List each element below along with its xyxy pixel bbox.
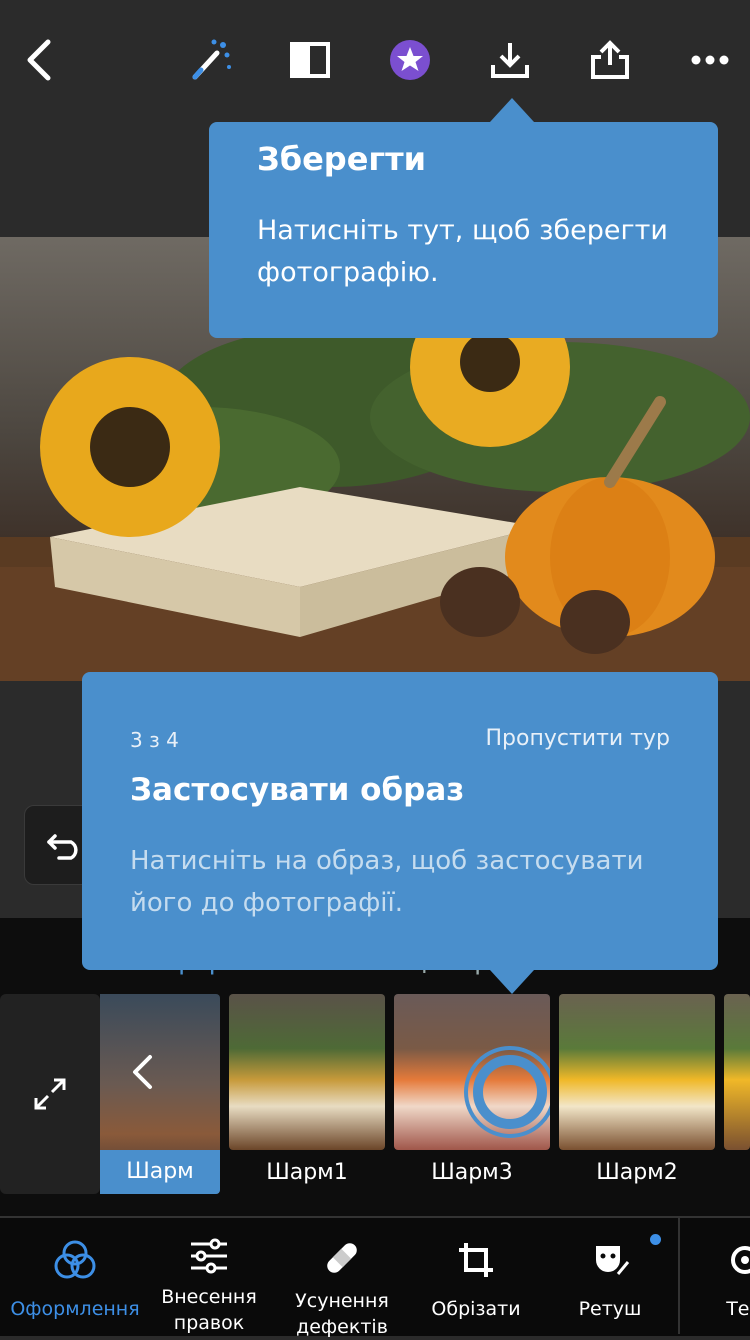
- save-button[interactable]: [480, 30, 540, 90]
- save-tooltip: Зберегти Натисніть тут, щоб зберегти фот…: [209, 98, 718, 338]
- tour-tooltip: 3 з 4 Пропустити тур Застосувати образ Н…: [82, 672, 718, 994]
- share-icon: [591, 40, 629, 79]
- bandage-icon: [322, 1238, 362, 1278]
- crop-icon: [457, 1238, 495, 1282]
- tap-target-icon: [464, 1046, 550, 1138]
- preset-thumb-charm1[interactable]: [229, 994, 385, 1150]
- nav-item-themes[interactable]: Тем: [700, 1216, 750, 1334]
- premium-button[interactable]: [380, 30, 440, 90]
- preset-label: Шарм1: [266, 1160, 348, 1185]
- expand-button[interactable]: [0, 994, 100, 1194]
- preset-thumb-charm2[interactable]: [559, 994, 715, 1150]
- preset-label: Шарм2: [596, 1160, 678, 1185]
- nav-label: Тем: [726, 1298, 750, 1320]
- tooltip-arrow: [490, 970, 534, 994]
- tooltip-title: Зберегти: [257, 140, 427, 178]
- top-toolbar: [0, 0, 750, 120]
- nav-label: Оформлення: [10, 1298, 140, 1320]
- chevron-left-icon: [130, 1054, 154, 1094]
- share-button[interactable]: [580, 30, 640, 90]
- nav-label: Ретуш: [578, 1298, 642, 1320]
- skip-tour-link[interactable]: Пропустити тур: [486, 726, 671, 751]
- looks-icon: [53, 1238, 97, 1282]
- sliders-icon: [189, 1238, 229, 1274]
- preset-group-card[interactable]: Шарм: [100, 994, 220, 1194]
- nav-divider: [678, 1216, 680, 1334]
- more-button[interactable]: [680, 30, 740, 90]
- star-badge-icon: [390, 40, 430, 80]
- back-button[interactable]: [10, 30, 70, 90]
- nav-item-crop[interactable]: Обрізати: [418, 1216, 534, 1334]
- nav-item-edit[interactable]: Внесення правок: [150, 1216, 268, 1334]
- tooltip-body: Натисніть на образ, щоб застосувати його…: [130, 846, 644, 918]
- preset-thumb-partial[interactable]: [724, 994, 750, 1150]
- auto-enhance-button[interactable]: [180, 30, 240, 90]
- compare-icon: [290, 42, 330, 78]
- nav-label: Внесення правок: [161, 1286, 257, 1334]
- tooltip-body: Натисніть тут, щоб зберегти фотографію.: [257, 215, 668, 288]
- undo-icon: [47, 834, 78, 860]
- nav-item-looks[interactable]: Оформлення: [0, 1216, 150, 1334]
- more-icon: [691, 55, 729, 65]
- chevron-left-icon: [27, 39, 51, 81]
- nav-label: Усунення дефектів: [295, 1290, 389, 1338]
- compare-button[interactable]: [280, 30, 340, 90]
- nav-item-retouch[interactable]: Ретуш: [552, 1216, 668, 1334]
- tooltip-arrow: [490, 98, 534, 122]
- preset-label: Шарм3: [431, 1160, 513, 1185]
- tooltip-title: Застосувати образ: [130, 772, 465, 808]
- nav-item-healing[interactable]: Усунення дефектів: [282, 1216, 402, 1338]
- gear-icon: [725, 1238, 750, 1282]
- tour-step: 3 з 4: [130, 728, 179, 752]
- preset-group-label: Шарм: [100, 1150, 220, 1194]
- preset-thumb-charm3[interactable]: [394, 994, 550, 1150]
- magic-wand-icon: [192, 39, 231, 80]
- retouch-icon: [590, 1238, 630, 1282]
- notification-dot: [650, 1234, 661, 1245]
- nav-label: Обрізати: [431, 1298, 521, 1320]
- expand-icon: [34, 1078, 66, 1110]
- download-icon: [491, 43, 529, 78]
